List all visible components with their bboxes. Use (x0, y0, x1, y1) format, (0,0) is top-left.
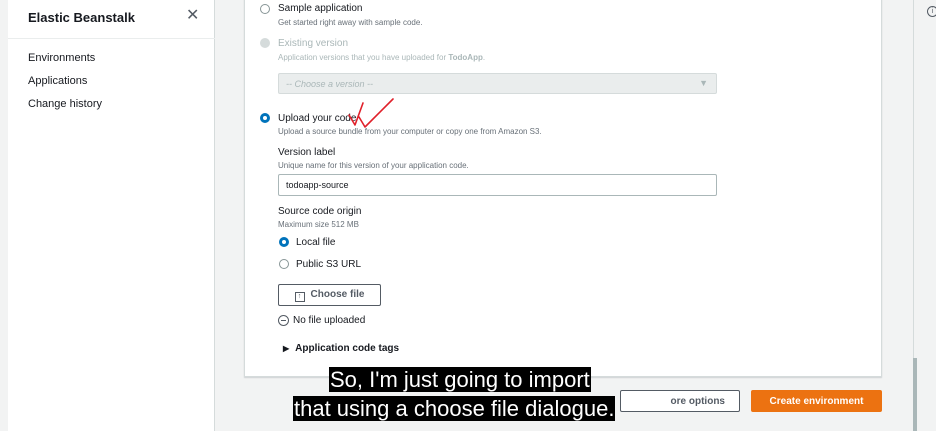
existing-version-description: Application versions that you have uploa… (278, 53, 486, 62)
application-code-tags-toggle[interactable]: ▶ Application code tags (283, 343, 399, 354)
upload-icon: ↑ (294, 291, 305, 302)
version-label-description: Unique name for this version of your app… (278, 161, 469, 170)
public-s3-url-label: Public S3 URL (296, 259, 362, 270)
local-file-label: Local file (296, 237, 336, 248)
existing-version-label: Existing version (278, 38, 349, 49)
choose-file-label: Choose file (310, 288, 365, 300)
existing-version-radio[interactable] (260, 38, 270, 48)
no-file-status-icon (278, 315, 289, 326)
caption-line-2: that using a choose file dialogue. (293, 396, 616, 421)
sidebar-item-change-history[interactable]: Change history (28, 98, 102, 121)
version-select-placeholder: -- Choose a version -- (286, 79, 374, 89)
sample-application-label: Sample application (278, 3, 363, 14)
create-environment-button[interactable]: Create environment (751, 390, 882, 412)
caret-down-icon: ▼ (699, 78, 708, 88)
sidebar: Elastic Beanstalk ✕ Environments Applica… (8, 0, 215, 431)
application-code-tags-label: Application code tags (295, 343, 400, 354)
version-label-heading: Version label (278, 147, 336, 158)
info-icon[interactable]: i (927, 6, 936, 17)
sample-application-radio[interactable] (260, 4, 270, 14)
sidebar-item-applications[interactable]: Applications (28, 75, 102, 98)
annotation-checkmark-icon (348, 98, 394, 128)
application-code-panel: Sample application Get started right awa… (244, 0, 882, 377)
sidebar-item-environments[interactable]: Environments (28, 52, 102, 75)
upload-code-radio[interactable] (260, 113, 270, 123)
source-origin-description: Maximum size 512 MB (278, 220, 359, 229)
sample-application-description: Get started right away with sample code. (278, 18, 423, 27)
upload-code-description: Upload a source bundle from your compute… (278, 127, 542, 136)
sidebar-title: Elastic Beanstalk (28, 10, 135, 25)
close-icon[interactable]: ✕ (186, 8, 199, 24)
local-file-radio[interactable] (279, 237, 289, 247)
version-label-input[interactable] (278, 174, 717, 196)
scrollbar-thumb[interactable] (913, 358, 917, 431)
sidebar-divider (8, 38, 215, 39)
source-origin-heading: Source code origin (278, 206, 362, 217)
no-file-text: No file uploaded (293, 315, 366, 326)
sidebar-nav: Environments Applications Change history (28, 52, 102, 121)
public-s3-url-radio[interactable] (279, 259, 289, 269)
caption-line-1: So, I'm just going to import (329, 367, 591, 392)
version-select[interactable]: -- Choose a version -- ▼ (278, 73, 717, 94)
caret-right-icon: ▶ (283, 344, 290, 353)
choose-file-button[interactable]: ↑ Choose file (278, 284, 381, 306)
more-options-button[interactable]: ore options (620, 390, 740, 412)
upload-code-label: Upload your code (278, 113, 357, 124)
